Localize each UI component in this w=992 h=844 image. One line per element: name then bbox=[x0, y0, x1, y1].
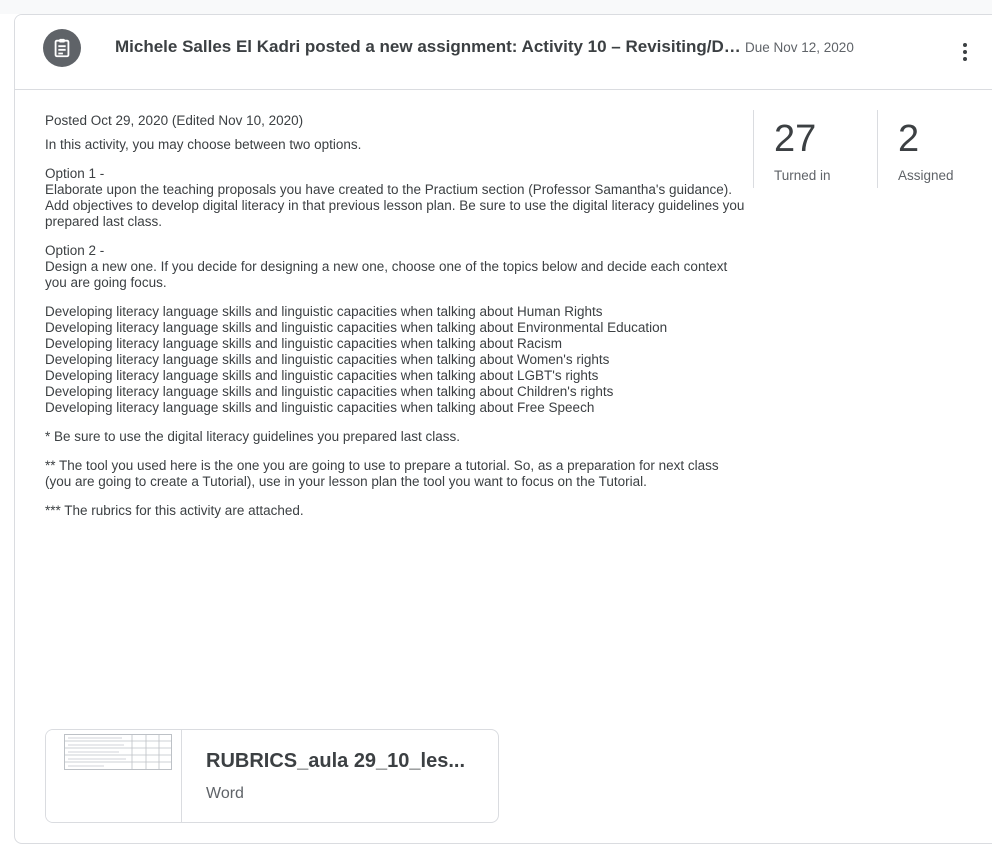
posted-date: Posted Oct 29, 2020 (Edited Nov 10, 2020… bbox=[45, 113, 304, 128]
more-options-icon[interactable] bbox=[953, 39, 977, 65]
assignment-description: Posted Oct 29, 2020 (Edited Nov 10, 2020… bbox=[45, 113, 745, 519]
topic-item: Developing literacy language skills and … bbox=[45, 384, 614, 399]
assigned-count: 2 bbox=[898, 118, 920, 160]
top-strip bbox=[0, 0, 992, 14]
attachment-name[interactable]: RUBRICS_aula 29_10_les... bbox=[206, 750, 465, 773]
option2-body: Design a new one. If you decide for desi… bbox=[45, 259, 728, 290]
assignment-header[interactable]: Michele Salles El Kadri posted a new ass… bbox=[15, 15, 992, 90]
assigned-label: Assigned bbox=[898, 168, 954, 183]
assignment-icon bbox=[43, 29, 81, 67]
due-date: Due Nov 12, 2020 bbox=[745, 40, 854, 55]
note-2: ** The tool you used here is the one you… bbox=[45, 458, 719, 489]
topic-item: Developing literacy language skills and … bbox=[45, 400, 595, 415]
attachment-type: Word bbox=[206, 785, 244, 802]
option2-title: Option 2 - bbox=[45, 243, 105, 258]
topic-item: Developing literacy language skills and … bbox=[45, 352, 610, 367]
assigned-stat[interactable]: 2 Assigned bbox=[877, 110, 992, 188]
option1-title: Option 1 - bbox=[45, 166, 105, 181]
attachment-thumbnail bbox=[46, 730, 182, 822]
topic-item: Developing literacy language skills and … bbox=[45, 304, 603, 319]
turned-in-count: 27 bbox=[774, 118, 817, 160]
assignment-card: Michele Salles El Kadri posted a new ass… bbox=[14, 14, 992, 844]
turned-in-stat[interactable]: 27 Turned in bbox=[753, 110, 878, 188]
note-1: * Be sure to use the digital literacy gu… bbox=[45, 429, 460, 444]
attachment-card[interactable]: RUBRICS_aula 29_10_les... Word bbox=[45, 729, 499, 823]
topic-item: Developing literacy language skills and … bbox=[45, 368, 599, 383]
turned-in-label: Turned in bbox=[774, 168, 831, 183]
topic-item: Developing literacy language skills and … bbox=[45, 336, 563, 351]
topic-item: Developing literacy language skills and … bbox=[45, 320, 668, 335]
intro-text: In this activity, you may choose between… bbox=[45, 137, 362, 152]
note-3: *** The rubrics for this activity are at… bbox=[45, 503, 304, 518]
assignment-title[interactable]: Michele Salles El Kadri posted a new ass… bbox=[115, 37, 745, 57]
option1-body: Elaborate upon the teaching proposals yo… bbox=[45, 182, 745, 229]
